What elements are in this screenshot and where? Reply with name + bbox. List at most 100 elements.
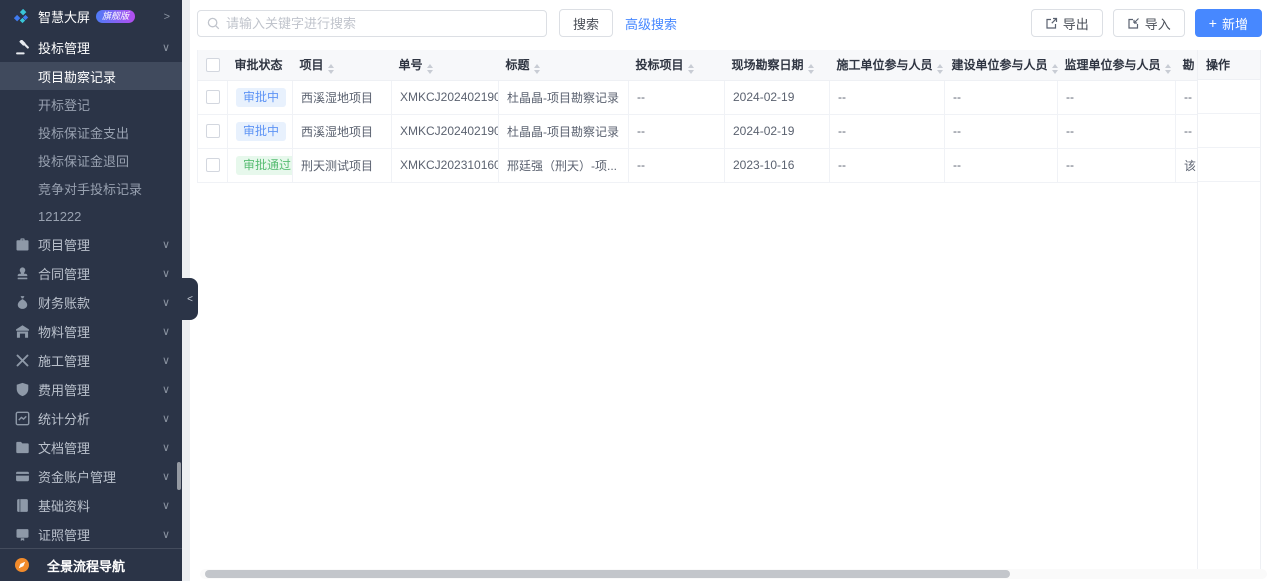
sort-icon[interactable] [427, 64, 433, 74]
sidebar-item-contract-management[interactable]: 合同管理 ∨ [0, 259, 182, 288]
column-header-title[interactable]: 标题 [499, 50, 629, 80]
column-label: 勘 [1183, 58, 1195, 72]
sidebar-item-label: 智慧大屏 [38, 7, 90, 26]
cell-title: 杜晶晶-项目勘察记录 [499, 114, 629, 148]
cell-builder-participants: -- [945, 148, 1058, 182]
row-checkbox[interactable] [206, 124, 220, 138]
toolbar-actions: 导出 导入 + 新增 [1031, 9, 1262, 37]
column-header-truncated: 勘 [1176, 50, 1198, 80]
chevron-down-icon: ∨ [162, 325, 170, 338]
add-button-label: 新增 [1222, 14, 1248, 33]
sidebar-item-basic-data[interactable]: 基础资料 ∨ [0, 491, 182, 520]
sidebar-item-bid-management[interactable]: 投标管理 ∨ [0, 33, 182, 62]
column-label: 项目 [300, 58, 324, 72]
export-button[interactable]: 导出 [1031, 9, 1103, 37]
chart-icon [14, 411, 30, 427]
column-header-construction-participants[interactable]: 施工单位参与人员 [830, 50, 945, 80]
sidebar-item-bid-opening-registration[interactable]: 开标登记 [0, 90, 182, 118]
sidebar-item-competitor-bid-records[interactable]: 竞争对手投标记录 [0, 174, 182, 202]
column-header-bid-project[interactable]: 投标项目 [629, 50, 725, 80]
chevron-down-icon: ∨ [162, 354, 170, 367]
cell-truncated: -- [1176, 80, 1198, 114]
sort-icon[interactable] [1165, 64, 1171, 74]
search-button[interactable]: 搜索 [559, 9, 613, 37]
column-header-approval-status: 审批状态 [228, 50, 293, 80]
cell-truncated: 该 [1176, 148, 1198, 182]
sidebar-item-121222[interactable]: 121222 [0, 202, 182, 230]
sidebar-item-process-navigation[interactable]: 全景流程导航 [0, 548, 182, 581]
survey-records-table: 审批状态 项目 单号 标题 投标项目 [197, 50, 1262, 569]
sort-icon[interactable] [688, 64, 694, 74]
sidebar-item-label: 121222 [38, 209, 81, 224]
sort-icon[interactable] [328, 64, 334, 74]
shield-icon [14, 382, 30, 398]
sort-icon[interactable] [808, 64, 814, 74]
advanced-search-link[interactable]: 高级搜索 [625, 14, 677, 33]
chevron-down-icon: ∨ [162, 383, 170, 396]
gavel-icon [14, 40, 30, 56]
sidebar-item-fund-account-management[interactable]: 资金账户管理 ∨ [0, 462, 182, 491]
select-all-checkbox[interactable] [206, 58, 220, 72]
column-header-project[interactable]: 项目 [293, 50, 392, 80]
sidebar-item-finance-accounts[interactable]: 财务账款 ∨ [0, 288, 182, 317]
column-label: 标题 [506, 58, 530, 72]
sidebar-item-construction-management[interactable]: 施工管理 ∨ [0, 346, 182, 375]
import-button[interactable]: 导入 [1113, 9, 1185, 37]
cell-title: 邢廷强（刑天）-项... [499, 148, 629, 182]
import-icon [1127, 17, 1140, 30]
chevron-down-icon: ∨ [162, 267, 170, 280]
column-label: 监理单位参与人员 [1065, 58, 1161, 72]
sidebar-item-license-management[interactable]: 证照管理 ∨ [0, 520, 182, 548]
sidebar-item-project-management[interactable]: 项目管理 ∨ [0, 230, 182, 259]
add-button[interactable]: + 新增 [1195, 9, 1262, 37]
search-input[interactable] [226, 16, 537, 31]
row-checkbox[interactable] [206, 90, 220, 104]
chevron-down-icon: ∨ [162, 528, 170, 541]
folder-icon [14, 440, 30, 456]
chevron-down-icon: ∨ [162, 238, 170, 251]
edition-badge: 旗舰版 [96, 10, 135, 23]
sidebar-item-bid-bond-payment[interactable]: 投标保证金支出 [0, 118, 182, 146]
sidebar-item-label: 费用管理 [38, 380, 90, 399]
sort-icon[interactable] [937, 64, 943, 74]
table-row: 审批中 西溪湿地项目 XMKCJ20240219002 杜晶晶-项目勘察记录 -… [198, 80, 1198, 114]
sidebar: 智慧大屏 旗舰版 > 投标管理 ∨ 项目勘察记录 开标登记 [0, 0, 182, 581]
horizontal-scrollbar-thumb[interactable] [205, 570, 1010, 578]
sidebar-collapse-handle[interactable]: < [182, 278, 198, 320]
sidebar-item-statistics-analysis[interactable]: 统计分析 ∨ [0, 404, 182, 433]
sidebar-item-document-management[interactable]: 文档管理 ∨ [0, 433, 182, 462]
tools-icon [14, 353, 30, 369]
column-header-actions: 操作 [1198, 50, 1260, 80]
bank-card-icon [14, 469, 30, 485]
horizontal-scrollbar[interactable] [200, 569, 1267, 579]
sidebar-item-project-survey-records[interactable]: 项目勘察记录 [0, 62, 182, 90]
sidebar-menu: 智慧大屏 旗舰版 > 投标管理 ∨ 项目勘察记录 开标登记 [0, 0, 182, 548]
sort-icon[interactable] [1052, 64, 1058, 74]
column-label: 审批状态 [235, 58, 283, 72]
sidebar-item-label: 物料管理 [38, 322, 90, 341]
sidebar-item-smart-screen[interactable]: 智慧大屏 旗舰版 > [0, 0, 182, 33]
status-badge: 审批中 [236, 122, 286, 141]
sidebar-item-expense-management[interactable]: 费用管理 ∨ [0, 375, 182, 404]
table-row: 审批中 西溪湿地项目 XMKCJ20240219001 杜晶晶-项目勘察记录 -… [198, 114, 1198, 148]
column-header-survey-date[interactable]: 现场勘察日期 [725, 50, 830, 80]
sidebar-scrollbar[interactable] [177, 462, 181, 490]
sidebar-item-label: 全景流程导航 [47, 556, 125, 575]
sort-icon[interactable] [534, 64, 540, 74]
moneybag-icon [14, 295, 30, 311]
row-checkbox[interactable] [206, 158, 220, 172]
column-header-supervisor-participants[interactable]: 监理单位参与人员 [1058, 50, 1176, 80]
cell-survey-date: 2024-02-19 [725, 80, 830, 114]
export-button-label: 导出 [1063, 14, 1089, 33]
compass-icon [14, 557, 30, 573]
sidebar-item-bid-bond-refund[interactable]: 投标保证金退回 [0, 146, 182, 174]
cell-project: 刑天测试项目 [293, 148, 392, 182]
sidebar-item-label: 项目管理 [38, 235, 90, 254]
sidebar-item-label: 开标登记 [38, 95, 90, 114]
column-header-order-no[interactable]: 单号 [392, 50, 499, 80]
actions-cell [1198, 80, 1260, 114]
book-icon [14, 498, 30, 514]
app-root: 智慧大屏 旗舰版 > 投标管理 ∨ 项目勘察记录 开标登记 [0, 0, 1267, 581]
column-header-builder-participants[interactable]: 建设单位参与人员 [945, 50, 1058, 80]
sidebar-item-material-management[interactable]: 物料管理 ∨ [0, 317, 182, 346]
